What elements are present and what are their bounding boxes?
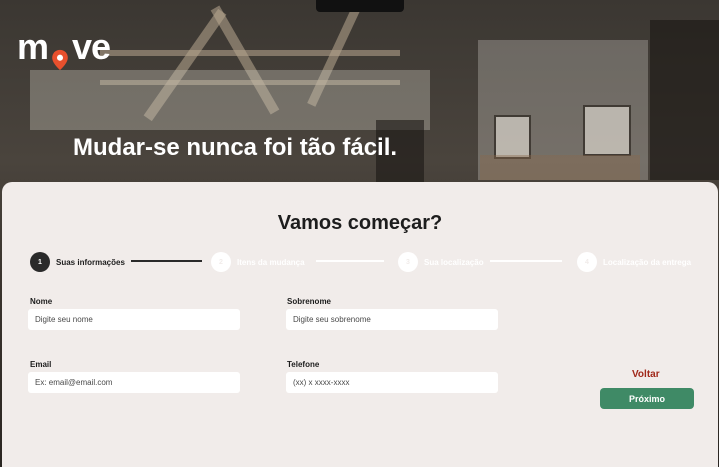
step-label: Localização da entrega: [603, 257, 692, 267]
step-number: 3: [398, 252, 418, 272]
hero-headline: Mudar-se nunca foi tão fácil.: [73, 134, 398, 161]
step-4[interactable]: 4 Localização da entrega: [577, 251, 691, 273]
card-title: Vamos começar?: [277, 212, 443, 234]
signup-card: Vamos começar? 1 Suas informações 2 Iten…: [2, 182, 718, 467]
location-pin-icon: [49, 38, 71, 71]
next-button[interactable]: Próximo: [600, 388, 694, 409]
step-label: Suas informações: [56, 257, 125, 267]
step-1[interactable]: 1 Suas informações: [30, 251, 125, 273]
step-2[interactable]: 2 Itens da mudança: [211, 251, 305, 273]
step-number: 4: [577, 252, 597, 272]
email-label: Email: [30, 360, 52, 369]
step-number: 1: [30, 252, 50, 272]
step-connector: [316, 260, 384, 262]
sobrenome-label: Sobrenome: [287, 297, 332, 306]
step-label: Itens da mudança: [237, 257, 305, 267]
telefone-label: Telefone: [287, 360, 320, 369]
logo-text-right: ve: [72, 26, 111, 67]
step-connector: [490, 260, 562, 262]
nome-label: Nome: [30, 297, 53, 306]
step-label: Sua localização: [424, 257, 484, 267]
email-field[interactable]: [28, 372, 240, 393]
sobrenome-field[interactable]: [286, 309, 498, 330]
nome-field[interactable]: [28, 309, 240, 330]
step-3[interactable]: 3 Sua localização: [398, 251, 484, 273]
camera-notch: [316, 0, 404, 12]
telefone-field[interactable]: [286, 372, 498, 393]
logo[interactable]: m ve: [17, 26, 111, 71]
back-button[interactable]: Voltar: [632, 369, 660, 380]
logo-text-left: m: [17, 26, 49, 67]
step-connector: [131, 260, 202, 262]
step-number: 2: [211, 252, 231, 272]
